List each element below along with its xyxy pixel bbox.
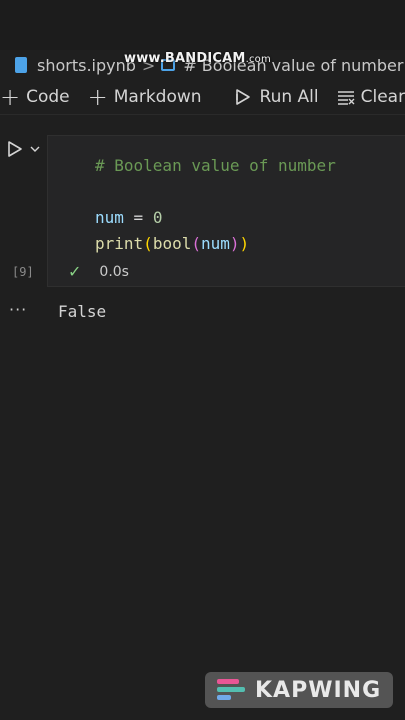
code-line-assignment: num = 0 [95,208,163,227]
run-cell-control[interactable] [6,139,46,159]
code-editor[interactable]: # Boolean value of number ​ num = 0 print(b… [95,153,336,257]
clear-label: Clear [360,87,405,107]
add-markdown-cell-button[interactable]: + Markdown [88,85,202,109]
code-line-comment: # Boolean value of number [95,156,336,175]
bandicam-watermark: www.BANDICAM.com [124,51,271,66]
output-more-actions[interactable]: ··· [9,300,27,319]
chevron-down-icon[interactable] [29,143,41,155]
title-bar [0,0,405,50]
clear-all-icon [337,91,355,105]
bandicam-brand: www.BANDICAM [124,51,246,66]
kapwing-brand: KAPWING [255,677,382,703]
run-all-button[interactable]: Run All [234,87,319,107]
breadcrumb-file[interactable]: shorts.ipynb [37,56,136,75]
bandicam-suffix: .com [245,54,271,65]
cell-output: False [58,302,107,321]
cell-status: ✓ 0.0s [68,262,129,281]
plus-icon: + [0,83,21,111]
kapwing-logo-icon [217,679,245,700]
play-icon[interactable] [6,140,24,158]
add-code-label: Code [26,87,70,107]
code-line-print: print(bool(num)) [95,234,250,253]
notebook-icon [15,57,27,73]
add-code-cell-button[interactable]: + Code [0,85,70,109]
execution-count: [9] [12,265,34,279]
clear-outputs-button[interactable]: Clear [337,87,405,107]
code-line-blank: ​ [95,179,336,205]
execution-time: 0.0s [99,263,129,280]
notebook-toolbar: + Code + Markdown Run All Clear [0,80,405,115]
run-all-icon [235,89,250,105]
run-all-label: Run All [259,87,319,107]
add-markdown-label: Markdown [113,87,202,107]
plus-icon: + [87,83,108,111]
kapwing-watermark: KAPWING [205,672,393,708]
check-icon: ✓ [68,262,82,281]
